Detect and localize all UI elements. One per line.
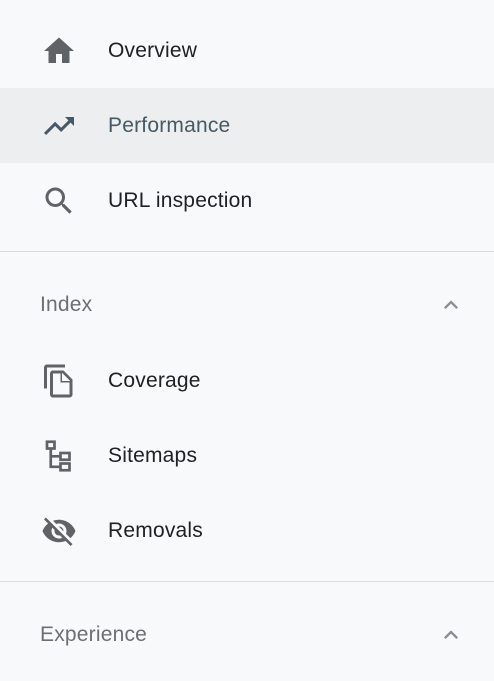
divider xyxy=(0,251,494,252)
nav-item-label: Removals xyxy=(108,518,203,542)
section-header-experience[interactable]: Experience xyxy=(0,605,494,665)
home-icon xyxy=(41,33,77,69)
file-copy-icon xyxy=(41,363,77,399)
nav-item-label: Coverage xyxy=(108,368,201,392)
nav-item-label: Sitemaps xyxy=(108,443,198,467)
chevron-up-icon[interactable] xyxy=(437,291,465,319)
nav-item-sitemaps[interactable]: Sitemaps xyxy=(0,418,494,493)
search-icon xyxy=(41,183,77,219)
visibility-off-icon xyxy=(41,513,77,549)
nav-item-label: Performance xyxy=(108,113,231,137)
nav-item-url-inspection[interactable]: URL inspection xyxy=(0,163,494,238)
section-title: Index xyxy=(40,293,93,316)
section-header-index[interactable]: Index xyxy=(0,275,494,335)
divider xyxy=(0,581,494,582)
nav-item-performance[interactable]: Performance xyxy=(0,88,494,163)
section-title: Experience xyxy=(40,623,148,646)
nav-item-coverage[interactable]: Coverage xyxy=(0,343,494,418)
nav-item-label: Overview xyxy=(108,38,198,62)
nav-item-removals[interactable]: Removals xyxy=(0,493,494,568)
chevron-up-icon[interactable] xyxy=(437,621,465,649)
nav-item-overview[interactable]: Overview xyxy=(0,13,494,88)
sidebar-nav: Overview Performance URL inspection Inde… xyxy=(0,0,494,681)
nav-item-label: URL inspection xyxy=(108,188,253,212)
trending-up-icon xyxy=(41,108,77,144)
sitemap-icon xyxy=(41,438,77,474)
